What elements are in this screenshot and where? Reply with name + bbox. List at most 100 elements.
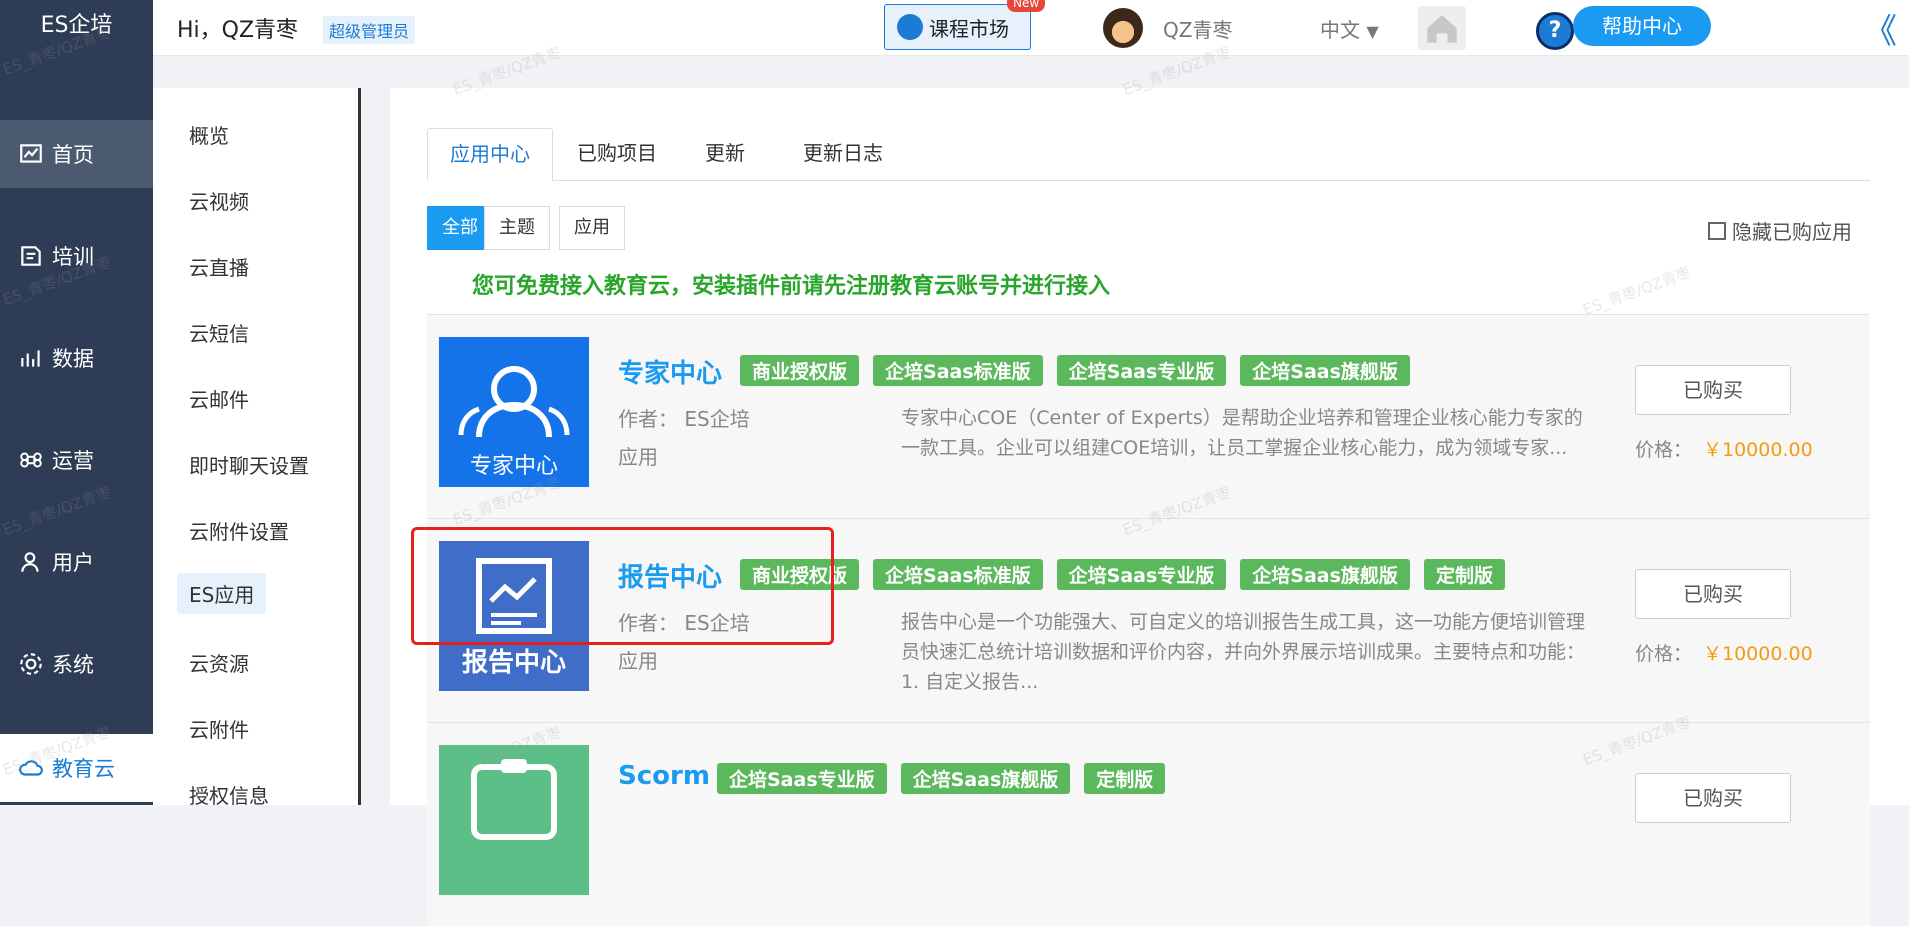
tab-purchased[interactable]: 已购项目 bbox=[555, 128, 679, 181]
gear-icon bbox=[20, 653, 42, 675]
tab-bar: 应用中心 已购项目 更新 更新日志 bbox=[427, 128, 1870, 181]
nav-label-data: 数据 bbox=[52, 347, 94, 371]
nav-item-users[interactable]: 用户 bbox=[0, 528, 153, 596]
shopping-bag-icon bbox=[897, 14, 923, 40]
nav-label-system: 系统 bbox=[52, 653, 94, 677]
submenu: 概览 云视频 云直播 云短信 云邮件 即时聊天设置 云附件设置 ES应用 云资源… bbox=[153, 88, 361, 808]
submenu-item-cloud-live[interactable]: 云直播 bbox=[189, 252, 249, 281]
role-badge: 超级管理员 bbox=[323, 16, 416, 44]
hide-bought-checkbox[interactable]: 隐藏已购应用 bbox=[1708, 216, 1852, 245]
user-icon bbox=[21, 552, 39, 572]
help-icon[interactable]: ? bbox=[1536, 12, 1574, 50]
language-label: 中文 bbox=[1320, 18, 1360, 42]
price-value: ￥10000.00 bbox=[1703, 439, 1813, 461]
help-center-button[interactable]: 帮助中心 bbox=[1573, 6, 1711, 46]
app-description: 专家中心COE（Center of Experts）是帮助企业培养和管理企业核心… bbox=[901, 407, 1583, 459]
nav-item-training[interactable]: 培训 bbox=[0, 222, 153, 290]
nav-label-edu-cloud: 教育云 bbox=[52, 757, 115, 781]
purchased-button[interactable]: 已购买 bbox=[1635, 365, 1791, 415]
app-card: Scorm 企培Saas专业版 企培Saas旗舰版 定制版 已购买 bbox=[427, 722, 1870, 926]
filter-theme[interactable]: 主题 bbox=[484, 206, 550, 250]
submenu-item-attachment-settings[interactable]: 云附件设置 bbox=[189, 516, 289, 545]
home-button[interactable] bbox=[1418, 6, 1466, 50]
edition-tag: 企培Saas标准版 bbox=[873, 559, 1043, 590]
greeting-text: Hi，QZ青枣 bbox=[177, 18, 299, 43]
price-value: ￥10000.00 bbox=[1703, 643, 1813, 665]
submenu-item-cloud-mail[interactable]: 云邮件 bbox=[189, 384, 249, 413]
submenu-item-cloud-video[interactable]: 云视频 bbox=[189, 186, 249, 215]
submenu-item-overview[interactable]: 概览 bbox=[189, 120, 229, 149]
app-author: 作者： ES企培 bbox=[618, 407, 750, 431]
nav-item-home[interactable]: 首页 bbox=[0, 120, 153, 188]
main-content: 应用中心 已购项目 更新 更新日志 全部 主题 应用 隐藏已购应用 您可免费接入… bbox=[390, 88, 1909, 926]
purchased-button[interactable]: 已购买 bbox=[1635, 569, 1791, 619]
tab-changelog[interactable]: 更新日志 bbox=[781, 128, 905, 181]
edition-tag: 定制版 bbox=[1084, 763, 1166, 794]
command-icon bbox=[20, 452, 42, 468]
edition-tag: 企培Saas专业版 bbox=[1056, 355, 1227, 386]
language-select[interactable]: 中文 ▼ bbox=[1320, 14, 1379, 43]
nav-item-operations[interactable]: 运营 bbox=[0, 426, 153, 494]
nav-item-system[interactable]: 系统 bbox=[0, 630, 153, 698]
collapse-icon[interactable]: 《 bbox=[1863, 4, 1897, 53]
new-badge: New bbox=[1007, 0, 1046, 12]
left-nav: ES企培 首页 培训 数据 运营 用户 系统 教育云 bbox=[0, 0, 153, 805]
chart-icon bbox=[20, 144, 42, 163]
tag-list: 商业授权版 企培Saas标准版 企培Saas专业版 企培Saas旗舰版 bbox=[740, 355, 1410, 386]
tag-list: 企培Saas专业版 企培Saas旗舰版 定制版 bbox=[717, 763, 1166, 794]
thumb-caption: 专家中心 bbox=[470, 454, 558, 479]
tab-updates[interactable]: 更新 bbox=[683, 128, 767, 181]
app-type: 应用 bbox=[618, 649, 658, 673]
course-market-label: 课程市场 bbox=[929, 16, 1009, 41]
hide-bought-label: 隐藏已购应用 bbox=[1732, 220, 1852, 244]
nav-label-home: 首页 bbox=[52, 143, 94, 167]
notice-text: 您可免费接入教育云，安装插件前请先注册教育云账号并进行接入 bbox=[472, 274, 1111, 299]
nav-item-edu-cloud[interactable]: 教育云 bbox=[0, 734, 153, 802]
app-description: 报告中心是一个功能强大、可自定义的培训报告生成工具，这一功能方便培训管理员快速汇… bbox=[901, 611, 1586, 693]
app-thumbnail[interactable]: 专家中心 bbox=[439, 337, 589, 487]
highlight-box bbox=[411, 527, 834, 645]
app-type: 应用 bbox=[618, 445, 658, 469]
edition-tag: 企培Saas旗舰版 bbox=[900, 763, 1071, 794]
tag-list: 商业授权版 企培Saas标准版 企培Saas专业版 企培Saas旗舰版 定制版 bbox=[740, 559, 1505, 590]
people-icon: 专家中心 bbox=[458, 366, 570, 479]
submenu-item-es-apps[interactable]: ES应用 bbox=[177, 573, 267, 614]
edition-tag: 商业授权版 bbox=[740, 355, 860, 386]
cloud-icon bbox=[19, 760, 43, 776]
edition-tag: 企培Saas专业版 bbox=[1056, 559, 1227, 590]
price-label: 价格： bbox=[1635, 439, 1693, 461]
book-icon bbox=[21, 246, 41, 266]
avatar[interactable] bbox=[1103, 8, 1143, 48]
checkbox-icon bbox=[1708, 221, 1726, 240]
edition-tag: 企培Saas专业版 bbox=[717, 763, 887, 794]
nav-label-operations: 运营 bbox=[52, 449, 94, 473]
app-title[interactable]: Scorm bbox=[618, 761, 710, 791]
submenu-item-cloud-sms[interactable]: 云短信 bbox=[189, 318, 249, 347]
nav-label-users: 用户 bbox=[52, 551, 94, 575]
tab-app-center[interactable]: 应用中心 bbox=[427, 128, 553, 181]
app-logo[interactable]: ES企培 bbox=[0, 0, 153, 56]
submenu-item-cloud-resources[interactable]: 云资源 bbox=[189, 648, 249, 677]
trend-icon bbox=[21, 350, 40, 367]
nav-item-data[interactable]: 数据 bbox=[0, 324, 153, 392]
submenu-item-chat-settings[interactable]: 即时聊天设置 bbox=[189, 450, 309, 479]
caret-down-icon: ▼ bbox=[1366, 22, 1379, 41]
edition-tag: 企培Saas旗舰版 bbox=[1240, 559, 1410, 590]
clipboard-icon bbox=[471, 759, 557, 840]
price-label: 价格： bbox=[1635, 643, 1693, 665]
app-card: 专家中心 专家中心 商业授权版 企培Saas标准版 企培Saas专业版 企培Sa… bbox=[427, 314, 1870, 518]
thumb-caption: 报告中心 bbox=[462, 647, 566, 678]
course-market-button[interactable]: 课程市场 bbox=[884, 4, 1031, 50]
edition-tag: 定制版 bbox=[1423, 559, 1505, 590]
edition-tag: 企培Saas旗舰版 bbox=[1240, 355, 1410, 386]
home-icon bbox=[1427, 15, 1457, 43]
top-header: Hi，QZ青枣 超级管理员 课程市场 New QZ青枣 中文 ▼ ? 帮助中心 … bbox=[153, 0, 1909, 56]
filter-app[interactable]: 应用 bbox=[559, 206, 625, 250]
nav-label-training: 培训 bbox=[52, 245, 94, 269]
edition-tag: 企培Saas标准版 bbox=[873, 355, 1043, 386]
username[interactable]: QZ青枣 bbox=[1163, 14, 1232, 43]
app-title[interactable]: 专家中心 bbox=[618, 353, 722, 390]
submenu-item-cloud-attachments[interactable]: 云附件 bbox=[189, 714, 249, 743]
purchased-button[interactable]: 已购买 bbox=[1635, 773, 1791, 823]
app-thumbnail[interactable] bbox=[439, 745, 589, 895]
